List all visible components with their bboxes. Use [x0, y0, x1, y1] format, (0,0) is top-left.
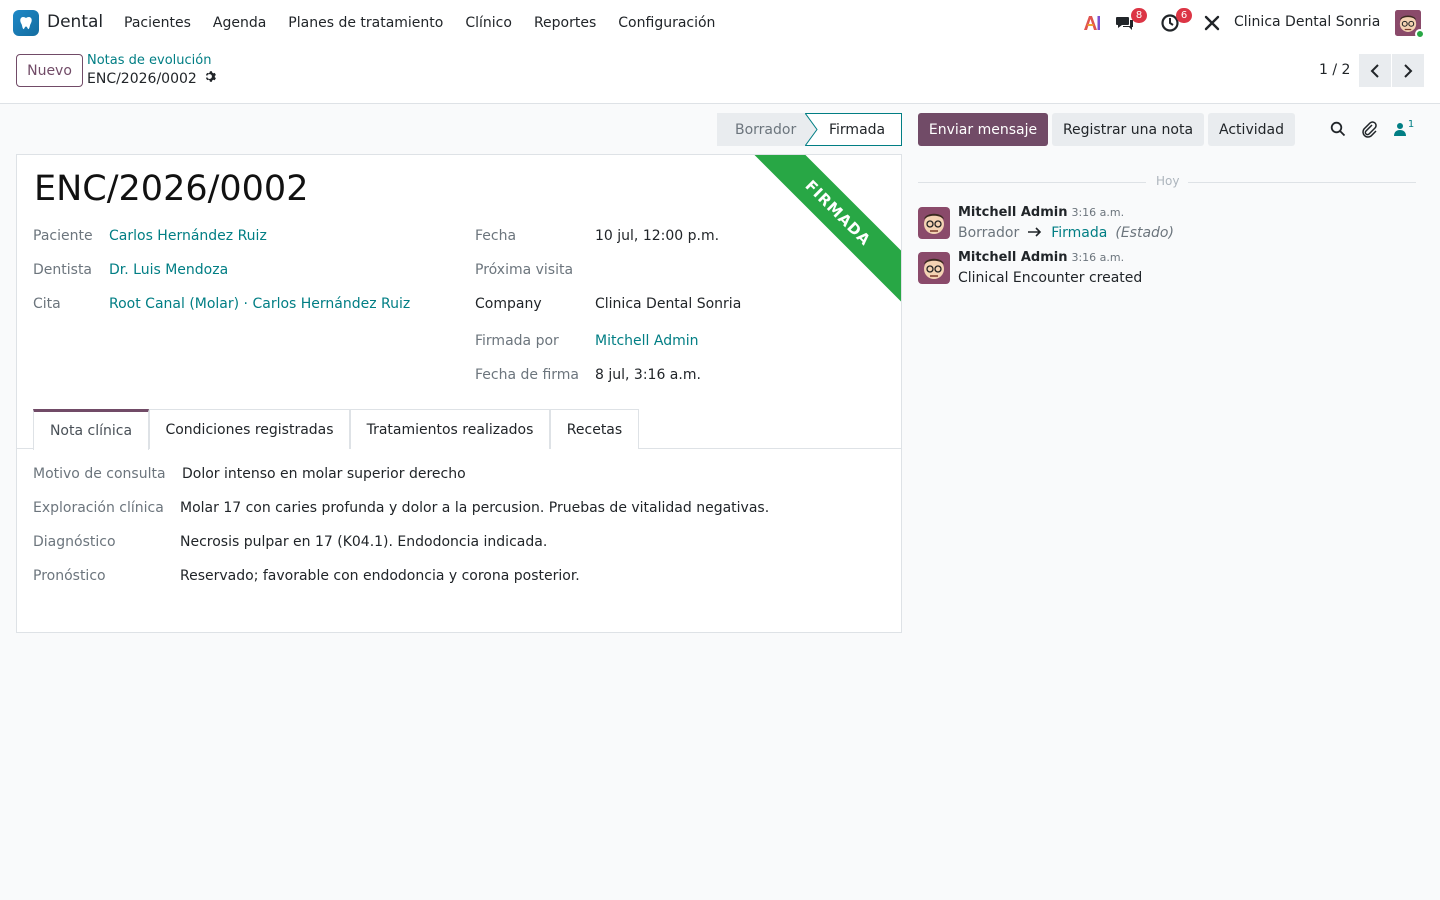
record-title: ENC/2026/0002: [34, 169, 309, 209]
message-author[interactable]: Mitchell Admin 3:16 a.m.: [958, 250, 1124, 265]
status-firmada[interactable]: Firmada: [806, 113, 902, 146]
tooth-app-icon[interactable]: [13, 10, 39, 36]
search-icon[interactable]: [1328, 119, 1348, 139]
menu-agenda[interactable]: Agenda: [202, 0, 277, 46]
message-author-avatar[interactable]: [918, 252, 950, 284]
tracking-field-name: (Estado): [1115, 225, 1174, 241]
message-time: 3:16 a.m.: [1071, 251, 1125, 264]
status-ribbon: FIRMADA: [743, 155, 901, 308]
tab-condiciones-registradas[interactable]: Condiciones registradas: [149, 409, 350, 449]
field-exploracion-clinica[interactable]: Molar 17 con caries profunda y dolor a l…: [180, 500, 769, 516]
field-cita[interactable]: Root Canal (Molar) · Carlos Hernández Ru…: [109, 296, 410, 312]
followers-icon[interactable]: 1: [1391, 119, 1417, 139]
status-bar: Borrador Firmada: [717, 113, 902, 146]
clock-activity-icon[interactable]: 6: [1158, 8, 1192, 35]
breadcrumb-parent[interactable]: Notas de evolución: [87, 53, 211, 68]
message-author-avatar[interactable]: [918, 207, 950, 239]
breadcrumb-current-label: ENC/2026/0002: [87, 70, 197, 87]
status-borrador[interactable]: Borrador: [717, 113, 806, 146]
ai-icon[interactable]: [1080, 11, 1104, 35]
tracking-value: Borrador Firmada (Estado): [958, 225, 1174, 241]
chat-icon[interactable]: 8: [1113, 8, 1147, 35]
log-note-button[interactable]: Registrar una nota: [1052, 113, 1204, 146]
gear-icon[interactable]: [203, 70, 216, 87]
message-time: 3:16 a.m.: [1071, 206, 1125, 219]
label-cita: Cita: [33, 296, 61, 312]
menu-configuracion[interactable]: Configuración: [607, 0, 726, 46]
send-message-button[interactable]: Enviar mensaje: [918, 113, 1048, 146]
message-body: Clinical Encounter created: [958, 270, 1143, 286]
message-author-name[interactable]: Mitchell Admin: [958, 205, 1067, 220]
field-dentista[interactable]: Dr. Luis Mendoza: [109, 262, 228, 278]
new-button[interactable]: Nuevo: [16, 54, 83, 87]
label-exploracion-clinica: Exploración clínica: [33, 500, 164, 516]
menu-reportes[interactable]: Reportes: [523, 0, 607, 46]
form-sheet: FIRMADA ENC/2026/0002 Paciente Carlos He…: [16, 154, 902, 633]
label-pronostico: Pronóstico: [33, 568, 106, 584]
message-author-name[interactable]: Mitchell Admin: [958, 250, 1067, 265]
label-fecha: Fecha: [475, 228, 517, 244]
chevron-right-icon: [1404, 63, 1413, 78]
top-navbar: Dental Pacientes Agenda Planes de tratam…: [0, 0, 1440, 46]
label-motivo-consulta: Motivo de consulta: [33, 466, 166, 482]
company-switcher[interactable]: Clinica Dental Sonria: [1234, 14, 1380, 30]
label-paciente: Paciente: [33, 228, 93, 244]
pager-previous-button[interactable]: [1359, 54, 1391, 87]
followers-count: 1: [1407, 118, 1415, 130]
online-status-dot: [1415, 29, 1425, 39]
label-firmada-por: Firmada por: [475, 333, 559, 349]
date-separator-label: Hoy: [1156, 174, 1180, 188]
tab-recetas[interactable]: Recetas: [550, 409, 639, 449]
label-fecha-firma: Fecha de firma: [475, 367, 579, 383]
field-diagnostico[interactable]: Necrosis pulpar en 17 (K04.1). Endodonci…: [180, 534, 547, 550]
field-company[interactable]: Clinica Dental Sonria: [595, 296, 741, 312]
field-firmada-por[interactable]: Mitchell Admin: [595, 333, 699, 349]
messages-badge: 8: [1131, 8, 1147, 23]
tab-nota-clinica[interactable]: Nota clínica: [33, 409, 149, 450]
menu-pacientes[interactable]: Pacientes: [113, 0, 202, 46]
control-panel: Nuevo Notas de evolución ENC/2026/0002 1…: [0, 46, 1440, 104]
field-motivo-consulta[interactable]: Dolor intenso en molar superior derecho: [182, 466, 466, 482]
paperclip-icon[interactable]: [1359, 119, 1379, 139]
status-arrow: [805, 113, 818, 146]
user-avatar[interactable]: [1395, 10, 1425, 39]
field-fecha[interactable]: 10 jul, 12:00 p.m.: [595, 228, 719, 244]
app-name[interactable]: Dental: [47, 12, 103, 32]
label-diagnostico: Diagnóstico: [33, 534, 116, 550]
debug-tools-icon[interactable]: [1200, 11, 1224, 35]
tracking-old-value: Borrador: [958, 225, 1020, 241]
label-dentista: Dentista: [33, 262, 93, 278]
breadcrumb-current: ENC/2026/0002: [87, 70, 216, 87]
user-icon: [1393, 123, 1406, 136]
label-proxima-visita: Próxima visita: [475, 262, 574, 278]
tracking-new-value: Firmada: [1051, 225, 1108, 241]
menu-clinico[interactable]: Clínico: [454, 0, 523, 46]
date-separator: Hoy: [918, 174, 1416, 190]
field-paciente[interactable]: Carlos Hernández Ruiz: [109, 228, 267, 244]
field-pronostico[interactable]: Reservado; favorable con endodoncia y co…: [180, 568, 580, 584]
message-author[interactable]: Mitchell Admin 3:16 a.m.: [958, 205, 1124, 220]
activity-button[interactable]: Actividad: [1208, 113, 1295, 146]
pager-next-button[interactable]: [1392, 54, 1424, 87]
label-company: Company: [475, 296, 542, 312]
tab-tratamientos-realizados[interactable]: Tratamientos realizados: [350, 409, 550, 449]
main-menu: Pacientes Agenda Planes de tratamiento C…: [113, 0, 726, 46]
activities-badge: 6: [1176, 8, 1192, 23]
field-fecha-firma[interactable]: 8 jul, 3:16 a.m.: [595, 367, 701, 383]
arrow-right-icon: [1027, 225, 1043, 241]
notebook-tabs: Nota clínica Condiciones registradas Tra…: [17, 409, 901, 450]
pager-value[interactable]: 1 / 2: [1319, 62, 1350, 78]
menu-planes-tratamiento[interactable]: Planes de tratamiento: [277, 0, 454, 46]
chevron-left-icon: [1370, 63, 1379, 78]
